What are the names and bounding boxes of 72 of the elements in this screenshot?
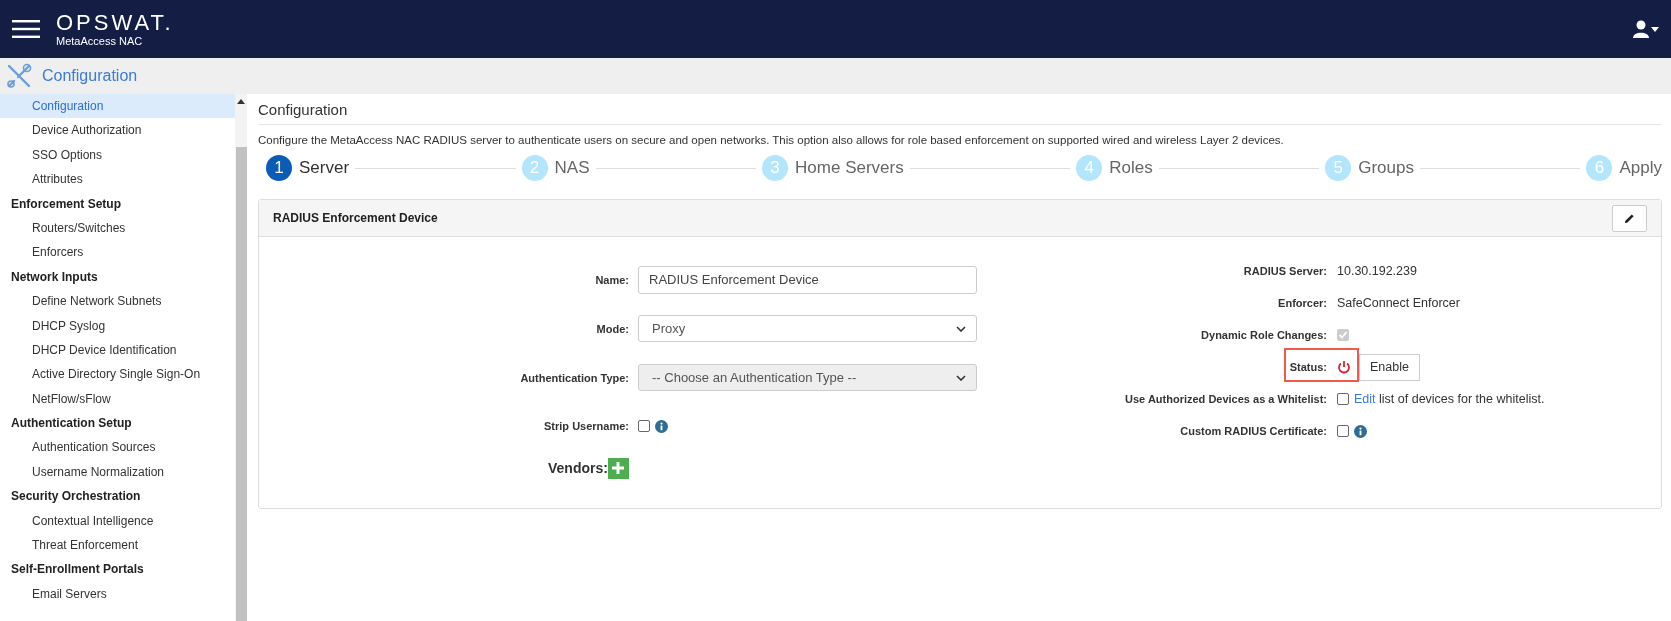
sidebar-item[interactable]: Contextual Intelligence [0,508,235,534]
step-number: 5 [1325,155,1352,181]
field-label: RADIUS Server: [1242,265,1327,277]
field-label: Use Authorized Devices as a Whitelist: [1124,393,1327,405]
field-label: Authentication Type: [519,371,629,384]
info-icon[interactable] [1354,424,1367,438]
field-label: Strip Username: [543,420,629,432]
page-title: Configuration [258,94,1662,125]
page-description: Configure the MetaAccess NAC RADIUS server to authenticate users on secure and open networks. This option also allows for role based enforcement on supported wired and wireless Layer 2 devices. [258,134,1285,146]
pencil-icon [1624,212,1635,224]
field-label: Status: [1288,361,1327,373]
step-label[interactable]: Apply [1619,158,1662,178]
sidebar-group-heading[interactable]: Authentication Setup [0,411,235,436]
edit-button[interactable] [1612,204,1647,232]
sidebar-item[interactable]: DHCP Device Identification [0,337,235,363]
sidebar-item[interactable]: Attributes [0,167,235,192]
checkbox[interactable] [1337,425,1349,437]
sidebar-item[interactable]: Device Authorization [0,118,235,143]
sidebar-item[interactable]: Authentication Sources [0,435,235,460]
step-label[interactable]: Roles [1109,158,1153,178]
product-name: MetaAccess NAC [56,35,144,47]
sidebar-item[interactable]: Email Servers [0,581,235,607]
sidebar-group-heading[interactable]: Enforcement Setup [0,191,235,216]
sidebar-group-heading[interactable]: Self-Enrollment Portals [0,557,235,582]
sidebar-item[interactable]: DHCP Syslog [0,313,235,338]
sidebar-item[interactable]: Routers/Switches [0,215,235,241]
step-label[interactable]: Groups [1358,158,1414,178]
sidebar-item[interactable]: SSO Options [0,142,235,168]
edit-link[interactable]: Edit [1354,392,1376,406]
field-label: Mode: [595,322,629,335]
user-menu-icon[interactable] [1633,20,1659,38]
add-button[interactable] [607,457,629,479]
step-number: 1 [266,155,292,181]
field-value: 10.30.192.239 [1337,264,1417,278]
field-label: Vendors: [548,460,608,476]
field-label: Enforcer: [1277,297,1327,309]
sidebar-item[interactable]: Define Network Subnets [0,289,235,314]
section-title: Configuration [42,67,138,85]
step-label[interactable]: Home Servers [795,158,904,178]
chevron-down-icon [956,374,966,381]
field-label: Custom RADIUS Certificate: [1179,425,1327,437]
field-value: SafeConnect Enforcer [1337,296,1460,310]
menu-icon[interactable] [12,20,40,38]
step-number: 4 [1076,155,1103,181]
plus-icon [612,462,625,474]
sidebar-item[interactable]: Active Directory Single Sign-On [0,362,235,387]
name-input[interactable]: RADIUS Enforcement Device [638,265,977,294]
scroll-up-icon[interactable] [237,99,245,104]
step-number: 6 [1586,155,1613,181]
sidebar-item[interactable]: Configuration [0,94,235,119]
field-label: Name: [594,273,629,286]
step-number: 2 [521,155,548,181]
checkbox[interactable] [1337,393,1349,405]
brand-logo: OPSWAT. [56,11,174,34]
sidebar-group-heading[interactable]: Network Inputs [0,264,235,290]
enable-button[interactable]: Enable [1359,353,1420,381]
sidebar-item[interactable]: Enforcers [0,240,235,265]
field-label: Dynamic Role Changes: [1200,329,1327,341]
sidebar-group-heading[interactable]: Security Orchestration [0,484,235,509]
sidebar-item[interactable]: NetFlow/sFlow [0,386,235,412]
sidebar-item[interactable]: Username Normalization [0,459,235,485]
info-icon[interactable] [655,419,668,433]
checkbox[interactable] [638,420,650,432]
dropdown[interactable]: Proxy [638,315,977,342]
step-number: 3 [762,155,789,181]
chevron-down-icon [956,325,966,332]
sidebar-item[interactable]: Threat Enforcement [0,533,235,558]
step-label[interactable]: NAS [554,158,590,178]
card-title: RADIUS Enforcement Device [273,211,438,225]
tools-icon [6,63,32,89]
step-label[interactable]: Server [299,158,350,178]
whitelist-text: list of devices for the whitelist. [1379,392,1545,406]
